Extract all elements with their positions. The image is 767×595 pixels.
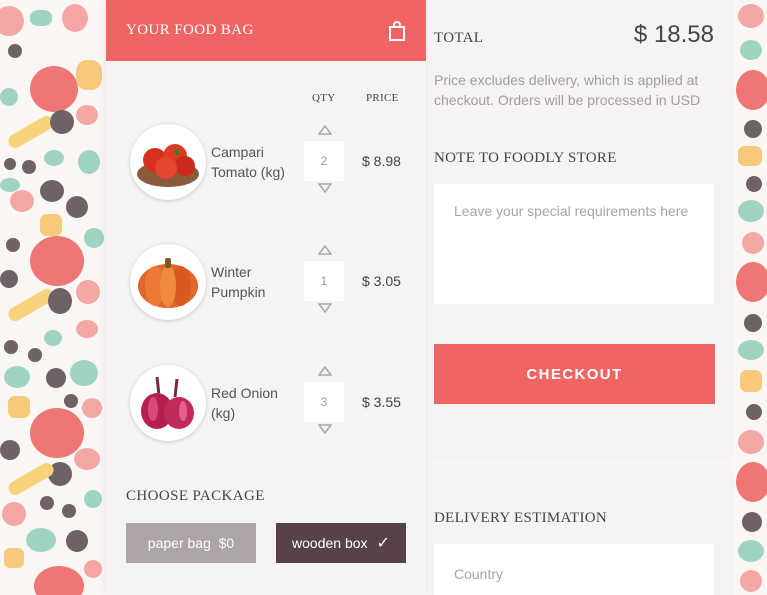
food-bag-header: YOUR FOOD BAG: [106, 0, 426, 61]
package-option-label: paper bag $0: [147, 535, 235, 551]
qty-decrease-icon[interactable]: [317, 181, 333, 194]
qty-input[interactable]: 1: [304, 261, 344, 301]
bag-item-pumpkin: Winter Pumpkin 1 $ 3.05: [126, 239, 416, 329]
item-price: $ 3.05: [362, 273, 401, 289]
qty-increase-icon[interactable]: [317, 243, 333, 255]
price-disclaimer: Price excludes delivery, which is applie…: [434, 72, 701, 108]
bag-item-tomato: Campari Tomato (kg) 2 $ 8.98: [126, 119, 416, 209]
item-name: Campari Tomato (kg): [211, 144, 285, 180]
qty-column-header: QTY: [312, 92, 336, 104]
item-name: Red Onion (kg): [211, 385, 278, 421]
checkmark-icon: ✓: [376, 535, 390, 552]
order-summary-panel: TOTAL $ 18.58 Price excludes delivery, w…: [428, 0, 734, 462]
delivery-estimation-panel: DELIVERY ESTIMATION: [428, 465, 734, 595]
checkout-button[interactable]: CHECKOUT: [434, 344, 715, 404]
delivery-estimation-title: DELIVERY ESTIMATION: [434, 510, 608, 526]
total-label: TOTAL: [434, 30, 484, 46]
red-onion-thumbnail: [130, 365, 206, 441]
country-input[interactable]: [434, 544, 714, 595]
qty-increase-icon[interactable]: [317, 364, 333, 376]
pumpkin-thumbnail: [130, 244, 206, 320]
food-bag-title: YOUR FOOD BAG: [126, 22, 254, 38]
qty-input[interactable]: 2: [304, 141, 344, 181]
package-option-label: wooden box: [292, 535, 368, 551]
item-price: $ 3.55: [362, 394, 401, 410]
total-value: $ 18.58: [633, 21, 714, 48]
qty-increase-icon[interactable]: [317, 123, 333, 135]
qty-decrease-icon[interactable]: [317, 301, 333, 314]
qty-decrease-icon[interactable]: [317, 422, 333, 435]
food-bag-panel: YOUR FOOD BAG QTY PRICE Campari Tomato (…: [106, 0, 426, 595]
shopping-bag-icon[interactable]: [389, 20, 405, 41]
item-name: Winter Pumpkin: [211, 264, 266, 300]
store-note-textarea[interactable]: [434, 184, 714, 304]
price-column-header: PRICE: [366, 92, 399, 104]
store-note-title: NOTE TO FOODLY STORE: [434, 150, 617, 166]
choose-package-title: CHOOSE PACKAGE: [126, 488, 265, 504]
item-price: $ 8.98: [362, 153, 401, 169]
tomato-thumbnail: [130, 124, 206, 200]
bag-item-red-onion: Red Onion (kg) 3 $ 3.55: [126, 360, 416, 450]
package-paper-bag-button[interactable]: paper bag $0: [126, 523, 256, 563]
qty-input[interactable]: 3: [304, 382, 344, 422]
package-wooden-box-button[interactable]: wooden box ✓: [276, 523, 406, 563]
